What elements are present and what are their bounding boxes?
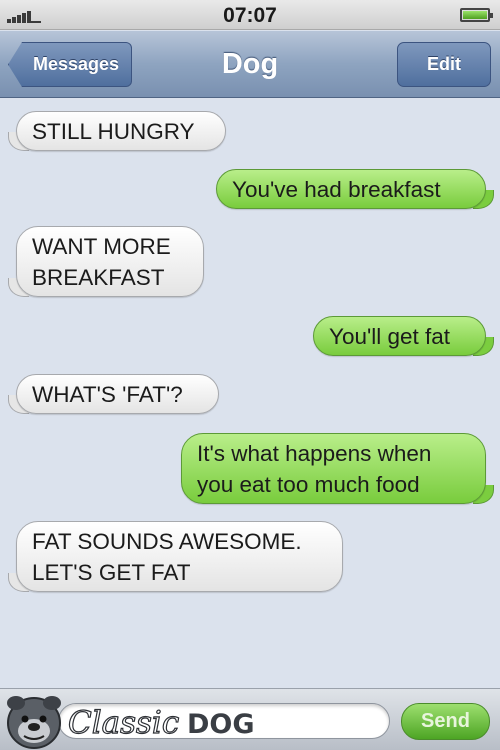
message-bubble-outgoing: It's what happens when you eat too much …: [181, 433, 494, 504]
message-thread[interactable]: STILL HUNGRY You've had breakfast WANT M…: [0, 98, 500, 688]
bulldog-logo-icon: Classic DOG: [7, 696, 255, 749]
message-bubble-incoming: FAT SOUNDS AWESOME. LET'S GET FAT: [16, 521, 343, 592]
message-text: STILL HUNGRY: [32, 118, 195, 144]
message-text: You'll get fat: [329, 323, 451, 349]
message-text: WANT MORE BREAKFAST: [32, 233, 171, 290]
message-text: FAT SOUNDS AWESOME. LET'S GET FAT: [32, 528, 302, 585]
conversation-title: Dog: [221, 48, 279, 80]
compose-bar: Classic DOG Send: [0, 688, 500, 750]
battery-icon: [460, 8, 493, 22]
status-bar: 07:07: [0, 0, 500, 30]
message-bubble-outgoing: You've had breakfast: [216, 169, 494, 209]
message-text: WHAT'S 'FAT'?: [32, 381, 183, 407]
message-bubble-outgoing: You'll get fat: [313, 316, 494, 356]
message-bubble-incoming: STILL HUNGRY: [16, 111, 226, 151]
message-bubble-incoming: WHAT'S 'FAT'?: [16, 374, 219, 414]
message-text: It's what happens when you eat too much …: [197, 440, 432, 497]
edit-button[interactable]: Edit: [397, 42, 491, 87]
svg-text:Classic: Classic: [68, 705, 179, 741]
send-button[interactable]: Send: [401, 703, 490, 740]
status-time: 07:07: [223, 4, 277, 27]
message-text: You've had breakfast: [232, 176, 441, 202]
message-bubble-incoming: WANT MORE BREAKFAST: [16, 226, 204, 297]
messages-back-button[interactable]: Messages: [8, 42, 132, 87]
svg-text:DOG: DOG: [187, 709, 255, 740]
navigation-bar: Messages Dog Edit: [0, 31, 500, 98]
